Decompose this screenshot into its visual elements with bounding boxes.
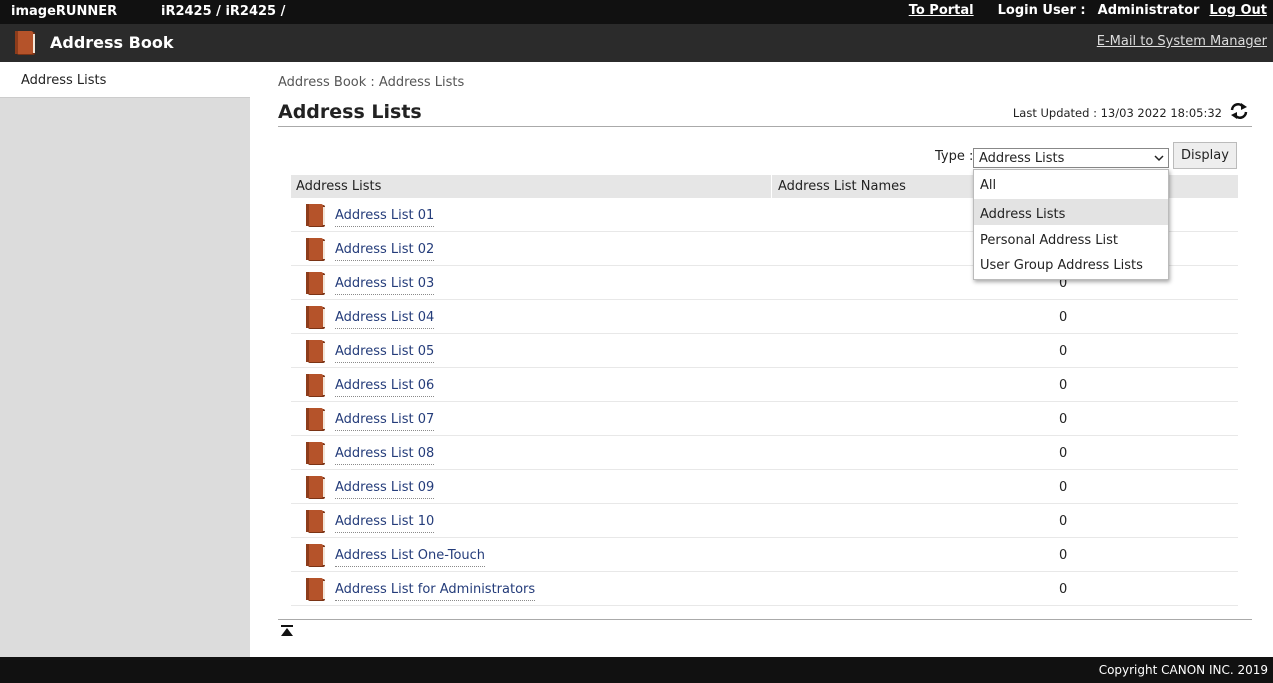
page-title: Address Lists	[278, 101, 422, 123]
table-row: Address List 10 0	[291, 504, 1238, 538]
type-dropdown-list: All Address Lists Personal Address List …	[973, 169, 1169, 280]
table-row: Address List One-Touch 0	[291, 538, 1238, 572]
refresh-icon[interactable]	[1229, 102, 1249, 124]
email-system-manager-link[interactable]: E-Mail to System Manager	[1097, 34, 1267, 49]
address-list-link[interactable]: Address List 07	[335, 412, 435, 431]
device-model: iR2425 / iR2425 /	[161, 4, 286, 19]
address-book-icon	[303, 441, 327, 471]
address-book-icon	[303, 577, 327, 607]
address-count: 0	[1059, 548, 1068, 563]
brand-name: imageRUNNER	[11, 4, 118, 19]
address-count: 0	[1059, 514, 1068, 529]
address-count: 0	[1059, 446, 1068, 461]
address-book-icon	[303, 339, 327, 369]
address-book-icon	[303, 203, 327, 233]
address-list-link[interactable]: Address List One-Touch	[335, 548, 486, 567]
column-header-address-list-names: Address List Names	[778, 179, 906, 194]
table-row: Address List for Administrators 0	[291, 572, 1238, 606]
breadcrumb: Address Book : Address Lists	[278, 75, 465, 90]
address-book-icon	[303, 237, 327, 267]
app-title: Address Book	[50, 33, 174, 52]
address-count: 0	[1059, 412, 1068, 427]
column-separator	[771, 175, 772, 198]
address-list-link[interactable]: Address List 01	[335, 208, 435, 227]
chevron-down-icon	[1154, 151, 1164, 169]
dropdown-option-personal-address-list[interactable]: Personal Address List	[974, 225, 1168, 251]
address-list-link[interactable]: Address List 03	[335, 276, 435, 295]
address-book-icon	[303, 407, 327, 437]
table-row: Address List 05 0	[291, 334, 1238, 368]
last-updated: Last Updated : 13/03 2022 18:05:32	[1012, 106, 1222, 120]
table-row: Address List 06 0	[291, 368, 1238, 402]
title-bar: Address Book E-Mail to System Manager	[0, 24, 1273, 62]
address-count: 0	[1059, 378, 1068, 393]
sidebar: Address Lists	[0, 62, 250, 657]
top-right-links: To Portal Login User : Administrator Log…	[909, 3, 1267, 18]
address-book-icon	[303, 373, 327, 403]
address-list-link[interactable]: Address List 08	[335, 446, 435, 465]
table-row: Address List 08 0	[291, 436, 1238, 470]
back-to-top-icon[interactable]	[280, 624, 294, 642]
address-list-link[interactable]: Address List 04	[335, 310, 435, 329]
address-list-link[interactable]: Address List 10	[335, 514, 435, 533]
address-book-icon	[303, 475, 327, 505]
login-user-label: Login User :	[997, 3, 1086, 18]
top-bar: imageRUNNER iR2425 / iR2425 / To Portal …	[0, 0, 1273, 24]
address-count: 0	[1059, 344, 1068, 359]
address-list-link[interactable]: Address List 06	[335, 378, 435, 397]
table-row: Address List 07 0	[291, 402, 1238, 436]
dropdown-option-all[interactable]: All	[974, 170, 1168, 199]
address-book-icon	[303, 305, 327, 335]
footer: Copyright CANON INC. 2019	[0, 657, 1273, 683]
address-count: 0	[1059, 310, 1068, 325]
address-list-link[interactable]: Address List 05	[335, 344, 435, 363]
table-row: Address List 09 0	[291, 470, 1238, 504]
address-book-icon	[11, 29, 39, 61]
login-user-name: Administrator	[1097, 3, 1200, 18]
bottom-divider	[278, 619, 1252, 620]
type-select[interactable]: Address Lists	[973, 148, 1169, 168]
logout-link[interactable]: Log Out	[1209, 3, 1267, 18]
dropdown-option-user-group-address-lists[interactable]: User Group Address Lists	[974, 250, 1168, 276]
address-count: 0	[1059, 582, 1068, 597]
address-count: 0	[1059, 480, 1068, 495]
type-select-value: Address Lists	[979, 151, 1065, 166]
address-list-link[interactable]: Address List 02	[335, 242, 435, 261]
column-header-address-lists: Address Lists	[296, 179, 382, 194]
copyright: Copyright CANON INC. 2019	[1098, 663, 1268, 677]
table-row: Address List 04 0	[291, 300, 1238, 334]
sidebar-item-address-lists[interactable]: Address Lists	[0, 62, 250, 98]
address-list-link[interactable]: Address List 09	[335, 480, 435, 499]
display-button[interactable]: Display	[1173, 142, 1237, 169]
address-book-icon	[303, 543, 327, 573]
to-portal-link[interactable]: To Portal	[909, 3, 974, 18]
dropdown-option-address-lists[interactable]: Address Lists	[974, 199, 1168, 225]
address-book-icon	[303, 271, 327, 301]
address-book-icon	[303, 509, 327, 539]
type-label: Type :	[935, 149, 974, 164]
address-list-link[interactable]: Address List for Administrators	[335, 582, 536, 601]
title-divider	[278, 126, 1252, 127]
